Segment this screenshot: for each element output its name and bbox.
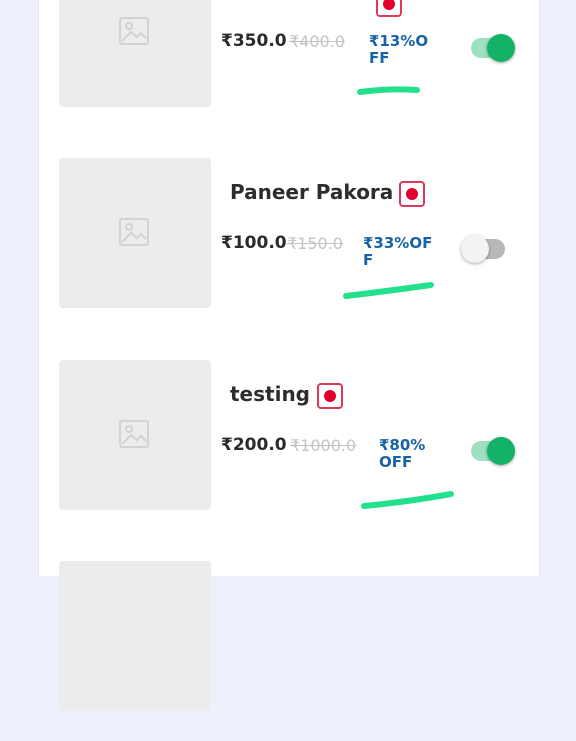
item-price: ₹100.0 xyxy=(221,233,287,253)
veg-indicator-icon xyxy=(399,181,425,207)
item-original-price: ₹400.0 xyxy=(289,32,345,51)
item-original-price: ₹150.0 xyxy=(287,234,343,253)
image-placeholder-icon xyxy=(119,17,149,45)
menu-item-card[interactable]: testing ₹200.0 ₹1000.0 ₹80%OFF xyxy=(39,360,539,540)
item-image-placeholder xyxy=(59,0,211,107)
item-discount: ₹13%OFF xyxy=(369,32,429,67)
highlight-stroke xyxy=(361,491,454,509)
highlight-stroke xyxy=(343,282,434,299)
item-original-price: ₹1000.0 xyxy=(290,436,357,455)
item-name: Paneer Pakora xyxy=(230,180,394,204)
veg-indicator-icon xyxy=(317,383,343,409)
item-price: ₹350.0 xyxy=(221,31,287,51)
menu-items-panel: ₹350.0 ₹400.0 ₹13%OFF Paneer Pakora ₹100… xyxy=(38,0,540,711)
image-placeholder-icon xyxy=(119,218,149,246)
availability-toggle[interactable] xyxy=(461,235,505,263)
item-image-placeholder xyxy=(59,158,211,308)
veg-indicator-icon xyxy=(376,0,402,17)
item-image-placeholder xyxy=(59,561,211,711)
item-price: ₹200.0 xyxy=(221,435,287,455)
toggle-knob xyxy=(487,34,515,62)
image-placeholder-icon xyxy=(119,420,149,448)
item-discount: ₹33%OFF xyxy=(363,234,433,269)
item-discount: ₹80%OFF xyxy=(379,436,426,471)
availability-toggle[interactable] xyxy=(471,34,515,62)
toggle-knob xyxy=(461,235,489,263)
menu-item-card[interactable]: Paneer Pakora ₹100.0 ₹150.0 ₹33%OFF xyxy=(39,158,539,338)
menu-item-card[interactable] xyxy=(39,561,539,741)
item-image-placeholder xyxy=(59,360,211,510)
item-name: testing xyxy=(230,382,310,406)
toggle-knob xyxy=(487,437,515,465)
availability-toggle[interactable] xyxy=(471,437,515,465)
highlight-stroke xyxy=(357,86,420,95)
menu-item-card[interactable]: ₹350.0 ₹400.0 ₹13%OFF xyxy=(39,0,539,137)
